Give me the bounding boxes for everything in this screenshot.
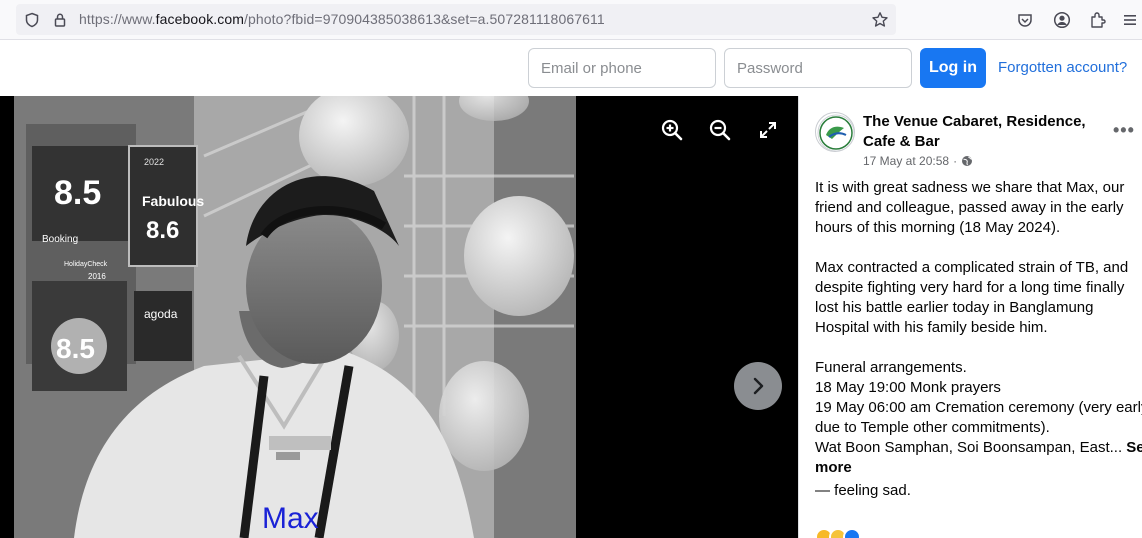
post-text: It is with great sadness we share that M… bbox=[815, 178, 1142, 478]
zoom-out-icon[interactable] bbox=[706, 116, 734, 144]
page-name[interactable]: The Venue Cabaret, Residence, Cafe & Bar bbox=[863, 112, 1113, 152]
sign-holidaycheck-year: 2016 bbox=[88, 272, 106, 281]
next-photo-button[interactable] bbox=[734, 362, 782, 410]
reaction-icons[interactable] bbox=[815, 528, 861, 538]
pocket-icon[interactable] bbox=[1013, 8, 1037, 32]
sign-score-right: 8.6 bbox=[146, 217, 179, 244]
post-line-blank bbox=[815, 238, 1142, 258]
post-meta: 17 May at 20:58 · bbox=[863, 154, 973, 168]
post-line-blank bbox=[815, 338, 1142, 358]
forgotten-account-link[interactable]: Forgotten account? bbox=[998, 59, 1127, 76]
facebook-login-bar: Log in Forgotten account? bbox=[0, 40, 1142, 96]
sign-agoda: agoda bbox=[144, 307, 178, 321]
post-line: friend and colleague, passed away in the… bbox=[815, 199, 1124, 216]
sign-score-left-top: 8.5 bbox=[54, 174, 101, 212]
more-options-icon[interactable]: ••• bbox=[1113, 120, 1135, 141]
post-line: despite fighting very hard for a long ti… bbox=[815, 279, 1125, 296]
lock-icon[interactable] bbox=[48, 8, 72, 32]
sign-holidaycheck: HolidayCheck bbox=[64, 261, 108, 268]
zoom-in-icon[interactable] bbox=[658, 116, 686, 144]
bookmark-star-icon[interactable] bbox=[868, 8, 892, 32]
post-line: It is with great sadness we share that M… bbox=[815, 179, 1125, 196]
meta-separator: · bbox=[953, 154, 958, 168]
account-icon[interactable] bbox=[1050, 8, 1074, 32]
menu-icon[interactable] bbox=[1118, 8, 1142, 32]
post-line: Funeral arrangements. bbox=[815, 359, 967, 376]
photo-caption: Max bbox=[262, 502, 319, 535]
next-arrow-icon bbox=[753, 377, 764, 395]
browser-toolbar: https://www.facebook.com/photo?fbid=9709… bbox=[0, 0, 1142, 40]
password-field[interactable] bbox=[724, 48, 912, 88]
extensions-icon[interactable] bbox=[1086, 8, 1110, 32]
login-button[interactable]: Log in bbox=[920, 48, 986, 88]
see-more-link-cont[interactable]: more bbox=[815, 458, 1142, 478]
post-panel: The Venue Cabaret, Residence, Cafe & Bar… bbox=[798, 96, 1142, 538]
email-field[interactable] bbox=[528, 48, 716, 88]
post-line: Hospital with his family beside him. bbox=[815, 319, 1048, 336]
post-line: due to Temple other commitments). bbox=[815, 419, 1050, 436]
like-reaction-icon bbox=[843, 528, 861, 538]
globe-icon bbox=[962, 156, 973, 166]
post-line: 19 May 06:00 am Cremation ceremony (very… bbox=[815, 399, 1142, 416]
shield-icon[interactable] bbox=[20, 8, 44, 32]
page-avatar[interactable] bbox=[815, 112, 855, 152]
post-photo: 8.5 Booking 2022 Fabulous 8.6 HolidayChe… bbox=[14, 96, 576, 538]
post-timestamp[interactable]: 17 May at 20:58 bbox=[863, 154, 949, 168]
sign-score-left-bottom: 8.5 bbox=[56, 333, 95, 364]
photo-viewer: 8.5 Booking 2022 Fabulous 8.6 HolidayChe… bbox=[0, 96, 798, 538]
see-more-link[interactable]: See bbox=[1126, 439, 1142, 456]
post-line: 18 May 19:00 Monk prayers bbox=[815, 379, 1001, 396]
post-line: hours of this morning (18 May 2024). bbox=[815, 219, 1061, 236]
post-line: lost his battle earlier today in Banglam… bbox=[815, 299, 1094, 316]
sign-booking: Booking bbox=[42, 234, 78, 245]
sign-fabulous: Fabulous bbox=[142, 193, 204, 209]
post-line: Wat Boon Samphan, Soi Boonsampan, East..… bbox=[815, 439, 1123, 456]
sign-year: 2022 bbox=[144, 157, 164, 167]
url-text[interactable]: https://www.facebook.com/photo?fbid=9709… bbox=[79, 11, 605, 27]
post-line: Max contracted a complicated strain of T… bbox=[815, 259, 1129, 276]
fullscreen-icon[interactable] bbox=[754, 116, 782, 144]
feeling-status: — feeling sad. bbox=[815, 482, 911, 499]
